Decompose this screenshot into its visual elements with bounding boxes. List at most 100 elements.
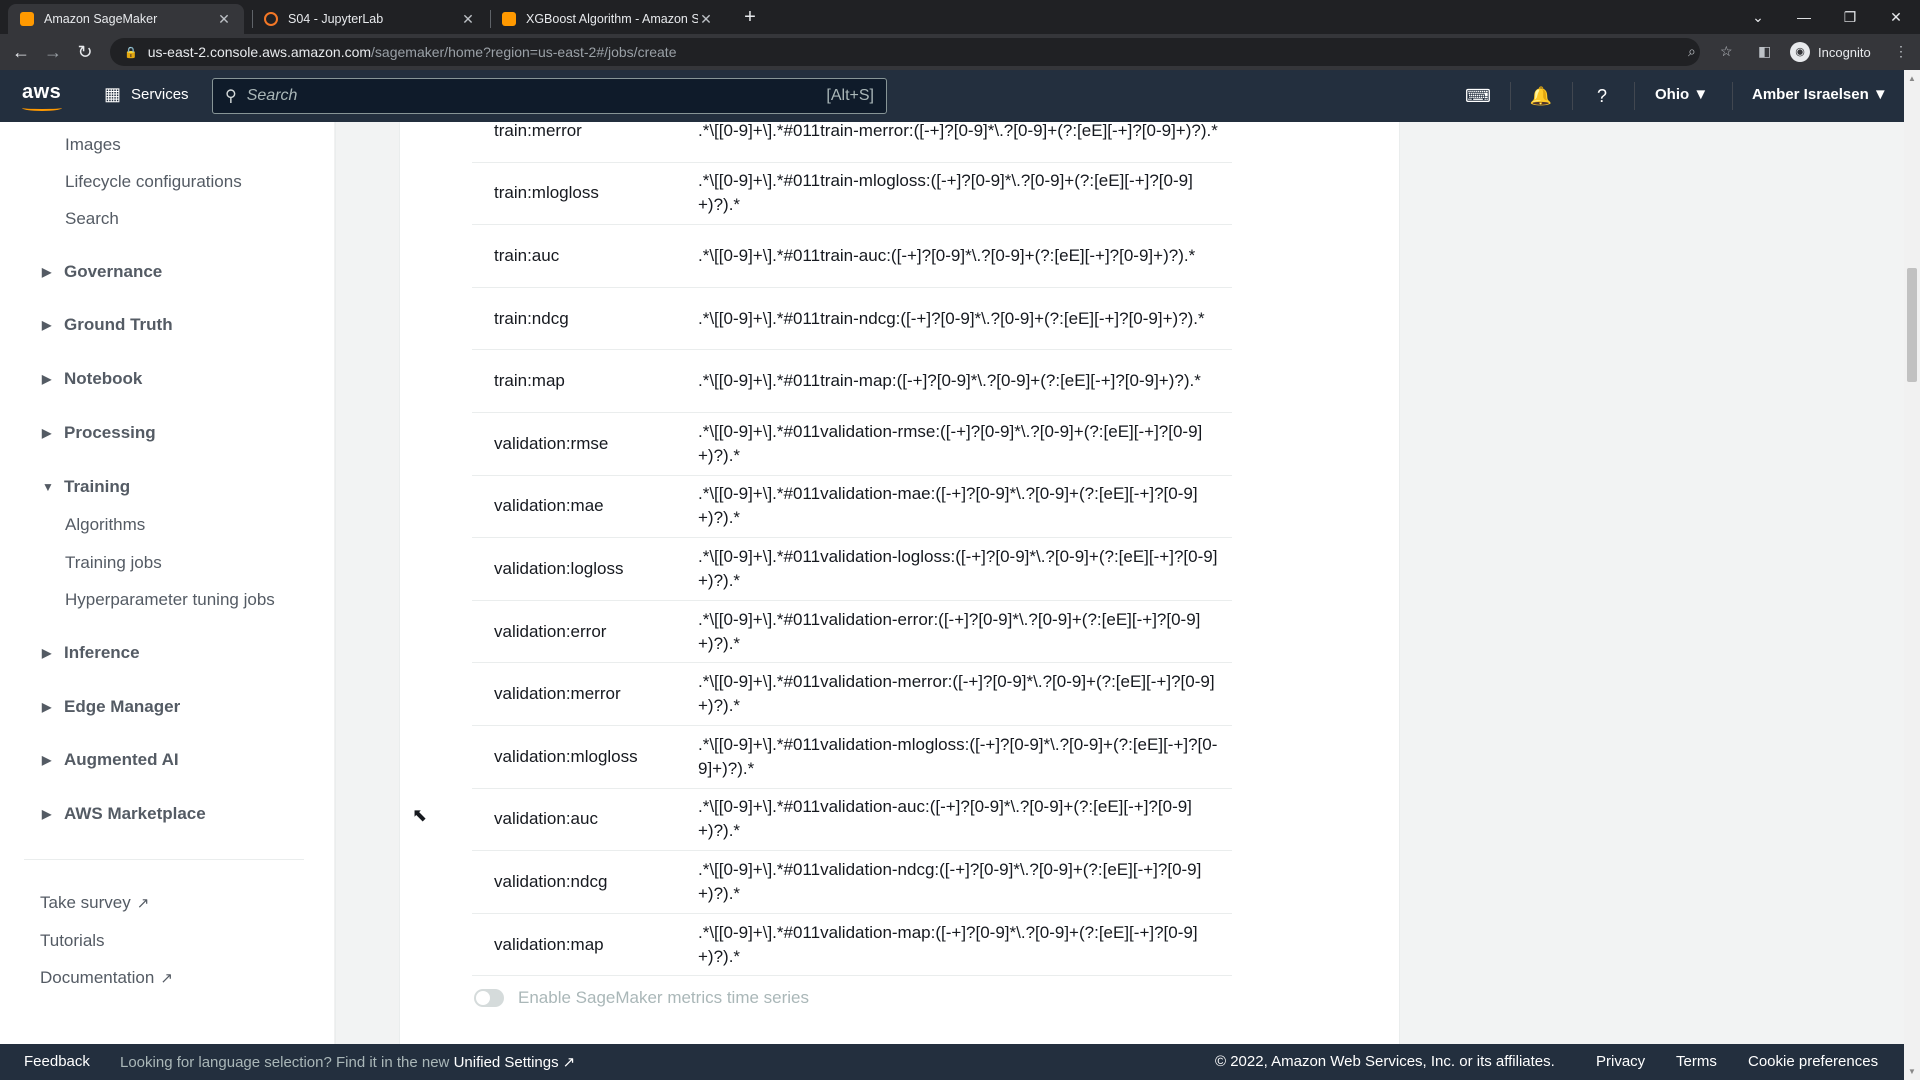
sidebar-link-take-survey[interactable]: Take survey ↗ — [40, 893, 149, 913]
sidebar-section-inference[interactable]: ▶ Inference — [42, 643, 140, 663]
sidebar-scrollbar[interactable]: ▲ ▼ — [334, 122, 335, 1044]
metric-name: validation:logloss — [494, 558, 624, 578]
metric-row: validation:mae .*\[[0-9]+\].*#011validati… — [472, 476, 1232, 539]
section-label: Notebook — [64, 369, 143, 388]
region-selector[interactable]: Ohio ▼ — [1655, 86, 1708, 103]
tab-title: Amazon SageMaker — [44, 12, 158, 26]
close-tab-icon[interactable]: ✕ — [216, 11, 232, 28]
sidebar-item-images[interactable]: Images — [65, 135, 121, 155]
link-label: Documentation — [40, 968, 155, 987]
metric-name: validation:mlogloss — [494, 746, 638, 766]
metric-regex: .*\[[0-9]+\].*#011train-ndcg:([-+]?[0-9]… — [698, 308, 1205, 328]
section-label: Processing — [64, 423, 156, 442]
page-scrollbar[interactable]: ▲ ▼ — [1904, 70, 1920, 1080]
tab-jupyterlab[interactable]: S04 - JupyterLab ✕ — [252, 4, 488, 34]
cloudshell-icon[interactable]: ⌨ — [1465, 84, 1491, 108]
notifications-bell-icon[interactable]: 🔔 — [1528, 84, 1554, 108]
privacy-link[interactable]: Privacy — [1596, 1053, 1645, 1070]
side-panel-icon[interactable]: ◧ — [1758, 43, 1771, 60]
jupyter-favicon-icon — [264, 12, 278, 26]
new-tab-button[interactable]: + — [738, 6, 762, 30]
metric-regex: .*\[[0-9]+\].*#011validation-mlogloss:([… — [698, 734, 1218, 778]
metrics-time-series-toggle[interactable] — [474, 989, 504, 1007]
caret-right-icon: ▶ — [42, 700, 52, 714]
metric-row: validation:logloss .*\[[0-9]+\].*#011vali… — [472, 538, 1232, 601]
caret-right-icon: ▶ — [42, 372, 52, 386]
tab-amazon-sagemaker[interactable]: Amazon SageMaker ✕ — [8, 4, 244, 34]
metric-row: train:ndcg .*\[[0-9]+\].*#011train-ndcg:(… — [472, 288, 1232, 351]
metric-row: validation:map .*\[[0-9]+\].*#011validati… — [472, 914, 1232, 977]
section-label: Edge Manager — [64, 697, 181, 716]
forward-arrow-icon[interactable]: → — [40, 39, 66, 65]
back-arrow-icon[interactable]: ← — [8, 39, 34, 65]
reload-icon[interactable]: ↻ — [72, 39, 98, 65]
cookie-preferences-link[interactable]: Cookie preferences — [1748, 1053, 1878, 1070]
metric-name: validation:rmse — [494, 433, 609, 453]
sidebar-item-training-jobs[interactable]: Training jobs — [65, 553, 162, 573]
console-footer: Feedback Looking for language selection?… — [0, 1044, 1904, 1080]
aws-smile-icon — [22, 105, 62, 111]
unified-settings-link[interactable]: Unified Settings — [454, 1054, 559, 1071]
search-bar[interactable]: ⚲ [Alt+S] — [212, 78, 887, 114]
browser-menu-icon[interactable]: ⋮ — [1894, 43, 1908, 60]
page-scrollbar-thumb[interactable] — [1907, 268, 1917, 382]
zoom-icon[interactable]: ⌕ — [1688, 43, 1696, 60]
sidebar-section-training[interactable]: ▼ Training — [42, 477, 130, 497]
bookmark-star-icon[interactable]: ☆ — [1720, 43, 1733, 60]
tab-xgboost-algorithm[interactable]: XGBoost Algorithm - Amazon Sa ✕ — [490, 4, 726, 34]
sidebar-item-algorithms[interactable]: Algorithms — [65, 515, 145, 535]
minimize-icon[interactable]: — — [1784, 4, 1824, 30]
caret-right-icon: ▶ — [42, 318, 52, 332]
close-window-icon[interactable]: ✕ — [1876, 4, 1916, 30]
sidebar-section-ground-truth[interactable]: ▶ Ground Truth — [42, 315, 173, 335]
metrics-time-series-toggle-row[interactable]: Enable SageMaker metrics time series — [474, 988, 809, 1008]
sidebar-section-edge-manager[interactable]: ▶ Edge Manager — [42, 697, 180, 717]
link-label: Tutorials — [40, 931, 105, 950]
metric-name: validation:map — [494, 934, 604, 954]
scroll-down-arrow-icon[interactable]: ▼ — [1908, 1067, 1916, 1076]
restore-icon[interactable]: ❐ — [1830, 4, 1870, 30]
external-link-icon: ↗ — [562, 1054, 576, 1071]
scroll-up-arrow-icon[interactable]: ▲ — [1908, 74, 1916, 83]
tab-search-icon[interactable]: ⌄ — [1738, 4, 1778, 30]
sidebar-item-lifecycle-configurations[interactable]: Lifecycle configurations — [65, 172, 242, 192]
terms-link[interactable]: Terms — [1676, 1053, 1717, 1070]
aws-top-navigation: aws ▦ Services ⚲ [Alt+S] ⌨ 🔔 ? Ohio ▼ Am… — [0, 70, 1904, 122]
sidebar-section-processing[interactable]: ▶ Processing — [42, 423, 156, 443]
metric-row: validation:ndcg .*\[[0-9]+\].*#011validat… — [472, 851, 1232, 914]
aws-logo-text: aws — [22, 81, 62, 103]
caret-right-icon: ▶ — [42, 426, 52, 440]
search-input[interactable] — [246, 87, 827, 105]
metric-name: train:ndcg — [494, 308, 569, 328]
nav-divider — [1634, 82, 1635, 110]
help-icon[interactable]: ? — [1589, 84, 1615, 108]
account-menu[interactable]: Amber Israelsen ▼ — [1752, 86, 1888, 103]
metric-name: train:map — [494, 371, 565, 391]
sagemaker-sidebar: Images Lifecycle configurations Search ▶… — [0, 122, 336, 1044]
sidebar-section-notebook[interactable]: ▶ Notebook — [42, 369, 142, 389]
metric-row: validation:merror .*\[[0-9]+\].*#011valid… — [472, 663, 1232, 726]
feedback-link[interactable]: Feedback — [24, 1053, 90, 1070]
sidebar-section-governance[interactable]: ▶ Governance — [42, 262, 162, 282]
metric-name: train:mlogloss — [494, 183, 599, 203]
incognito-indicator[interactable]: ◉ Incognito — [1790, 41, 1871, 63]
sidebar-item-search[interactable]: Search — [65, 209, 119, 229]
close-tab-icon[interactable]: ✕ — [698, 11, 714, 28]
metric-name: validation:error — [494, 621, 607, 641]
sidebar-section-aws-marketplace[interactable]: ▶ AWS Marketplace — [42, 804, 206, 824]
metric-row: train:merror .*\[[0-9]+\].*#011train-merr… — [472, 122, 1232, 163]
incognito-label: Incognito — [1818, 44, 1871, 60]
aws-logo[interactable]: aws — [22, 81, 62, 111]
sidebar-section-augmented-ai[interactable]: ▶ Augmented AI — [42, 750, 179, 770]
sidebar-item-hyperparameter-tuning-jobs[interactable]: Hyperparameter tuning jobs — [65, 590, 275, 610]
metric-regex: .*\[[0-9]+\].*#011train-auc:([-+]?[0-9]*… — [698, 245, 1196, 265]
sidebar-link-documentation[interactable]: Documentation ↗ — [40, 968, 173, 988]
lock-icon: 🔒 — [124, 46, 138, 59]
close-tab-icon[interactable]: ✕ — [460, 11, 476, 28]
browser-toolbar: ← → ↻ 🔒 us-east-2.console.aws.amazon.com… — [0, 34, 1920, 70]
nav-divider — [1572, 82, 1573, 110]
services-menu-button[interactable]: ▦ Services — [104, 84, 189, 105]
address-bar[interactable]: 🔒 us-east-2.console.aws.amazon.com/sagem… — [110, 38, 1700, 66]
sidebar-link-tutorials[interactable]: Tutorials — [40, 931, 105, 951]
url-path: /sagemaker/home?region=us-east-2#/jobs/c… — [371, 44, 677, 60]
